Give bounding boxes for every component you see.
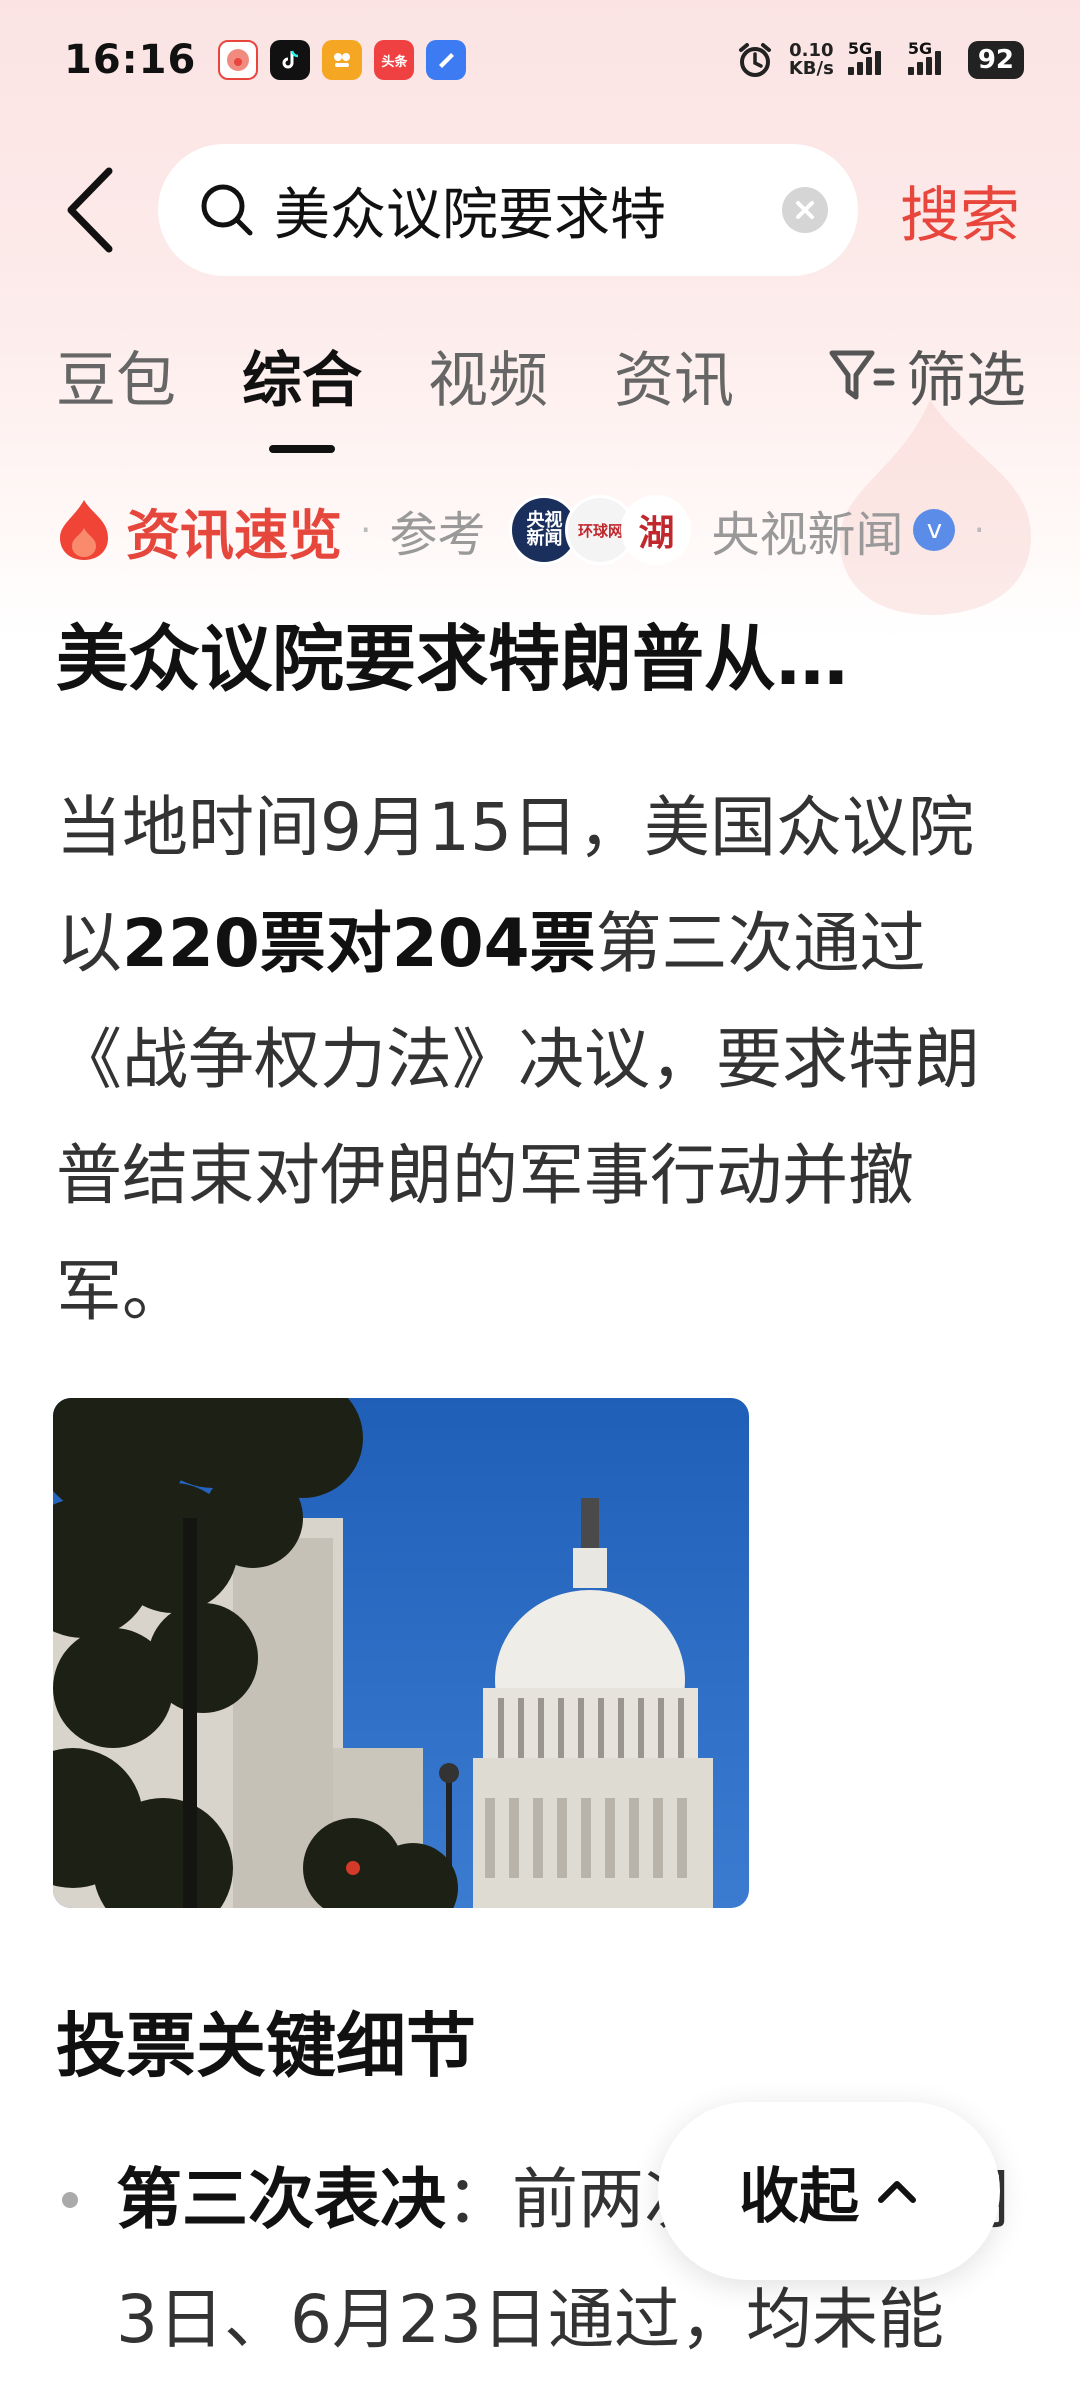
signal-strength-1: 5G (847, 39, 894, 75)
search-header: 美众议院要求特 搜索 (0, 140, 1080, 280)
network-speed: 0.10 KB/s (789, 42, 834, 78)
tab-news[interactable]: 资讯 (614, 332, 734, 419)
clear-search-button[interactable] (782, 187, 828, 233)
signal-2-label: 5G (907, 39, 933, 58)
collapse-button[interactable]: 收起 (658, 2102, 1000, 2280)
article-headline[interactable]: 美众议院要求特朗普从… (56, 600, 1026, 705)
bullet-dot (62, 2192, 78, 2208)
quick-view-title: 资讯速览 (126, 503, 342, 567)
back-button[interactable] (50, 160, 130, 260)
tab-general[interactable]: 综合 (242, 332, 362, 453)
collapse-label: 收起 (739, 2161, 859, 2232)
toutiao-icon: 头条 (374, 40, 415, 80)
search-query[interactable]: 美众议院要求特 (274, 170, 768, 251)
status-bar: 16:16 头条 0.10 KB/s 5G 5G 92 (0, 0, 1080, 120)
filter-label: 筛选 (906, 345, 1026, 416)
back-arrow-icon (67, 167, 113, 253)
tab-video[interactable]: 视频 (428, 332, 548, 419)
hunan-logo: 湖 (621, 495, 692, 565)
chevron-up-icon (878, 2181, 916, 2203)
flame-icon (60, 500, 108, 560)
search-input[interactable]: 美众议院要求特 (158, 144, 858, 276)
notification-icons: 头条 (218, 40, 467, 80)
status-time: 16:16 (64, 37, 197, 83)
search-submit-button[interactable]: 搜索 (900, 167, 1020, 254)
capitol-dome-image (53, 1398, 749, 1908)
signal-1-label: 5G (847, 39, 873, 58)
douyin-icon (270, 40, 311, 80)
app-icon-orange (322, 40, 363, 80)
tab-doubao[interactable]: 豆包 (56, 332, 176, 419)
filter-button[interactable]: 筛选 (826, 332, 1026, 419)
quick-view-bar[interactable]: 资讯速览 · 参考 央视 新闻 环球网 湖 央视新闻 v · (56, 490, 1056, 570)
separator-dot: · (360, 509, 372, 551)
close-icon (796, 201, 814, 219)
verified-icon: v (913, 509, 956, 551)
search-icon (201, 184, 253, 236)
vote-count-highlight: 220票对204票 (122, 905, 596, 982)
alarm-icon (738, 43, 771, 77)
blue-app-icon (426, 40, 467, 80)
separator-dot-trailing: · (973, 509, 985, 551)
capitol-photo[interactable] (53, 1398, 749, 1908)
bullet-heading: 第三次表决 (116, 2161, 446, 2238)
result-tabs: 豆包 综合 视频 资讯 筛选 (56, 310, 1026, 453)
net-speed-unit: KB/s (788, 58, 834, 79)
source-logos: 央视 新闻 环球网 湖 (509, 495, 692, 565)
clown-app-icon (218, 40, 259, 80)
signal-strength-2: 5G (907, 39, 954, 75)
battery-indicator: 92 (967, 41, 1024, 79)
reference-label: 参考 (389, 507, 486, 563)
article-summary: 当地时间9月15日，美国众议院以220票对204票第三次通过《战争权力法》决议，… (56, 770, 1016, 1350)
source-name: 央视新闻 (711, 507, 904, 563)
section-title: 投票关键细节 (56, 2005, 476, 2087)
filter-icon (829, 350, 895, 400)
